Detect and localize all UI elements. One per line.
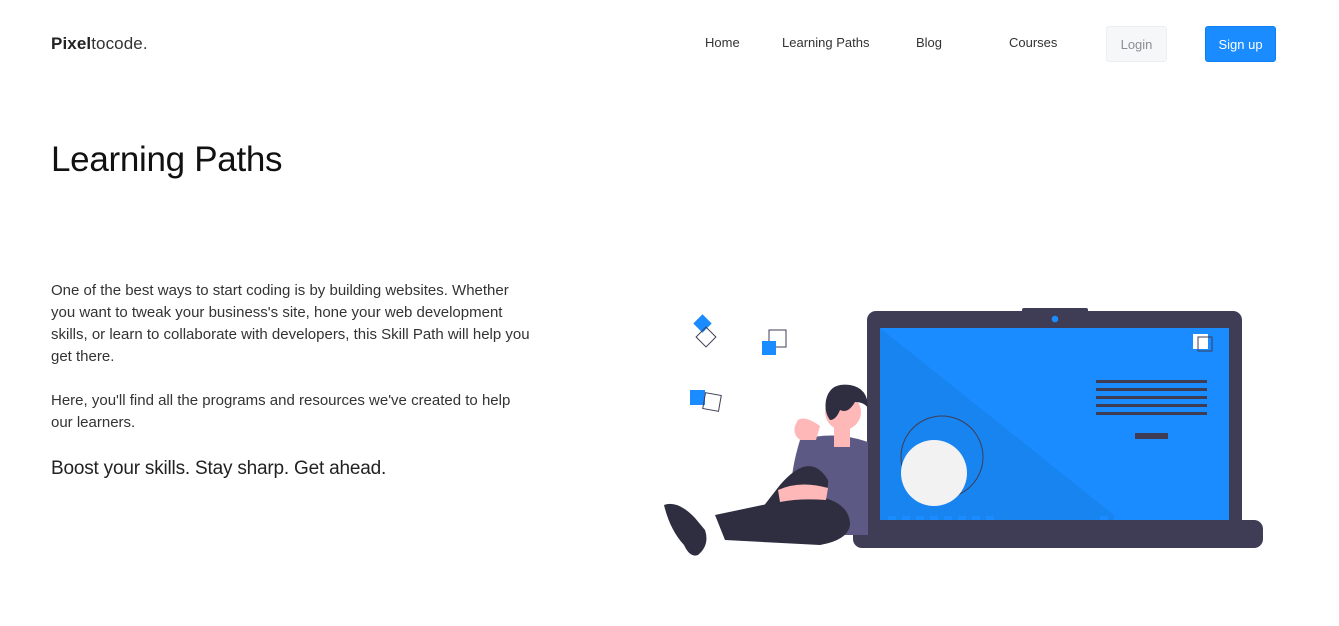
tagline: Boost your skills. Stay sharp. Get ahead… [51,458,387,479]
person-icon [664,384,868,556]
signup-button[interactable]: Sign up [1205,26,1276,62]
nav-blog-link[interactable]: Blog [916,35,942,50]
hero-illustration [664,308,1263,556]
nav-learning-paths-link[interactable]: Learning Paths [782,35,869,50]
page-title: Learning Paths [51,140,283,179]
intro-text: One of the best ways to start coding is … [51,280,531,434]
laptop-icon [853,308,1263,548]
login-button[interactable]: Login [1106,26,1167,62]
intro-paragraph-1: One of the best ways to start coding is … [51,282,530,365]
top-nav: Home Learning Paths Blog Courses Login S… [0,26,1339,62]
nav-courses-link[interactable]: Courses [1009,35,1057,50]
floating-squares-icon [690,314,787,412]
intro-paragraph-2: Here, you'll find all the programs and r… [51,392,511,431]
nav-home-link[interactable]: Home [705,35,740,50]
